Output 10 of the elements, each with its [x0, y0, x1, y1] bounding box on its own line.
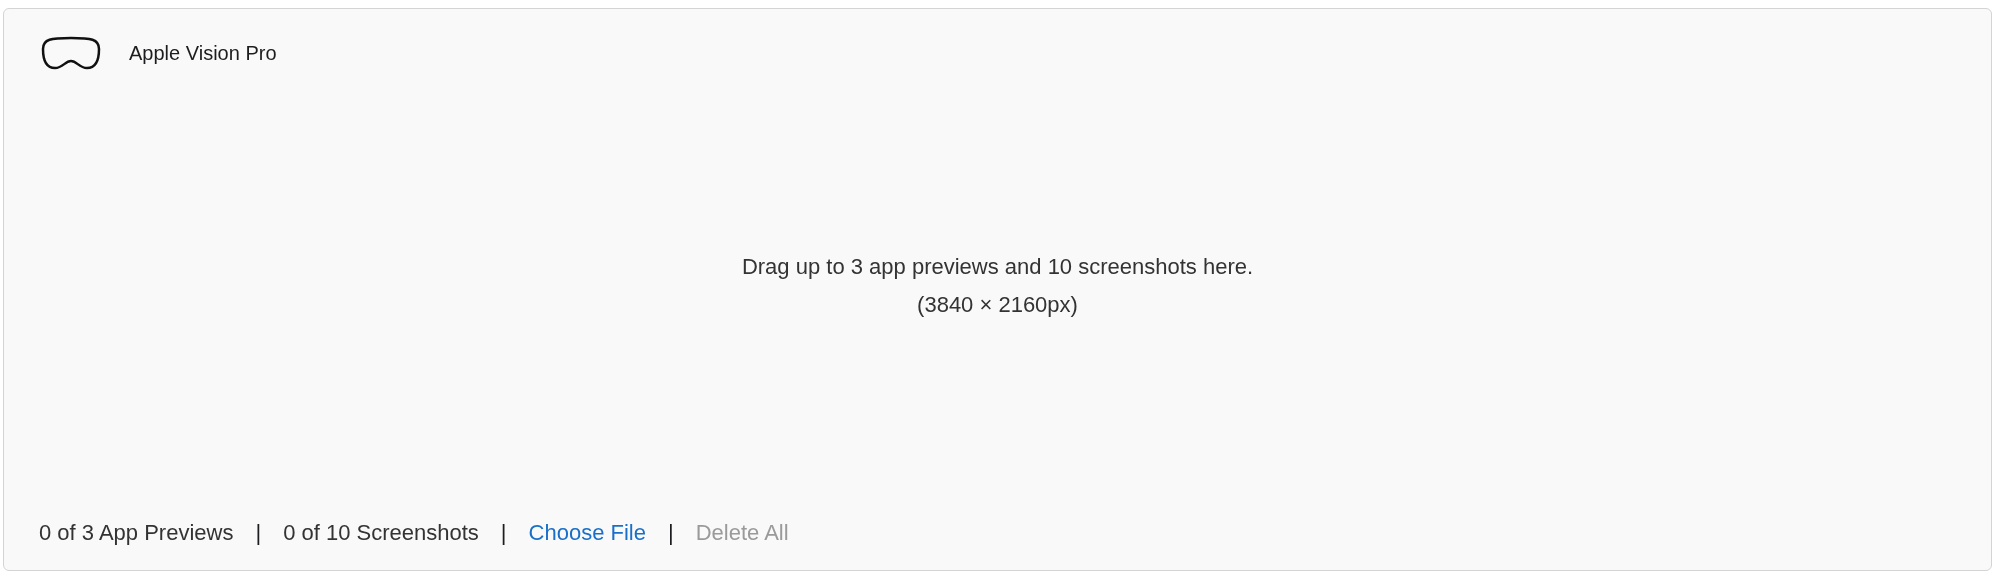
action-link[interactable]: Choose File — [528, 520, 646, 546]
headset-icon — [39, 35, 103, 71]
device-name: Apple Vision Pro — [129, 41, 277, 65]
size-requirement: (3840 × 2160px) — [917, 291, 1078, 318]
count-label: 0 of 3 App Previews — [39, 520, 234, 546]
separator: | — [255, 520, 262, 546]
separator: | — [667, 520, 674, 546]
separator: | — [500, 520, 507, 546]
drop-instructions: Drag up to 3 app previews and 10 screenshots here. — [741, 253, 1254, 280]
count-label: 0 of 10 Screenshots — [283, 520, 479, 546]
